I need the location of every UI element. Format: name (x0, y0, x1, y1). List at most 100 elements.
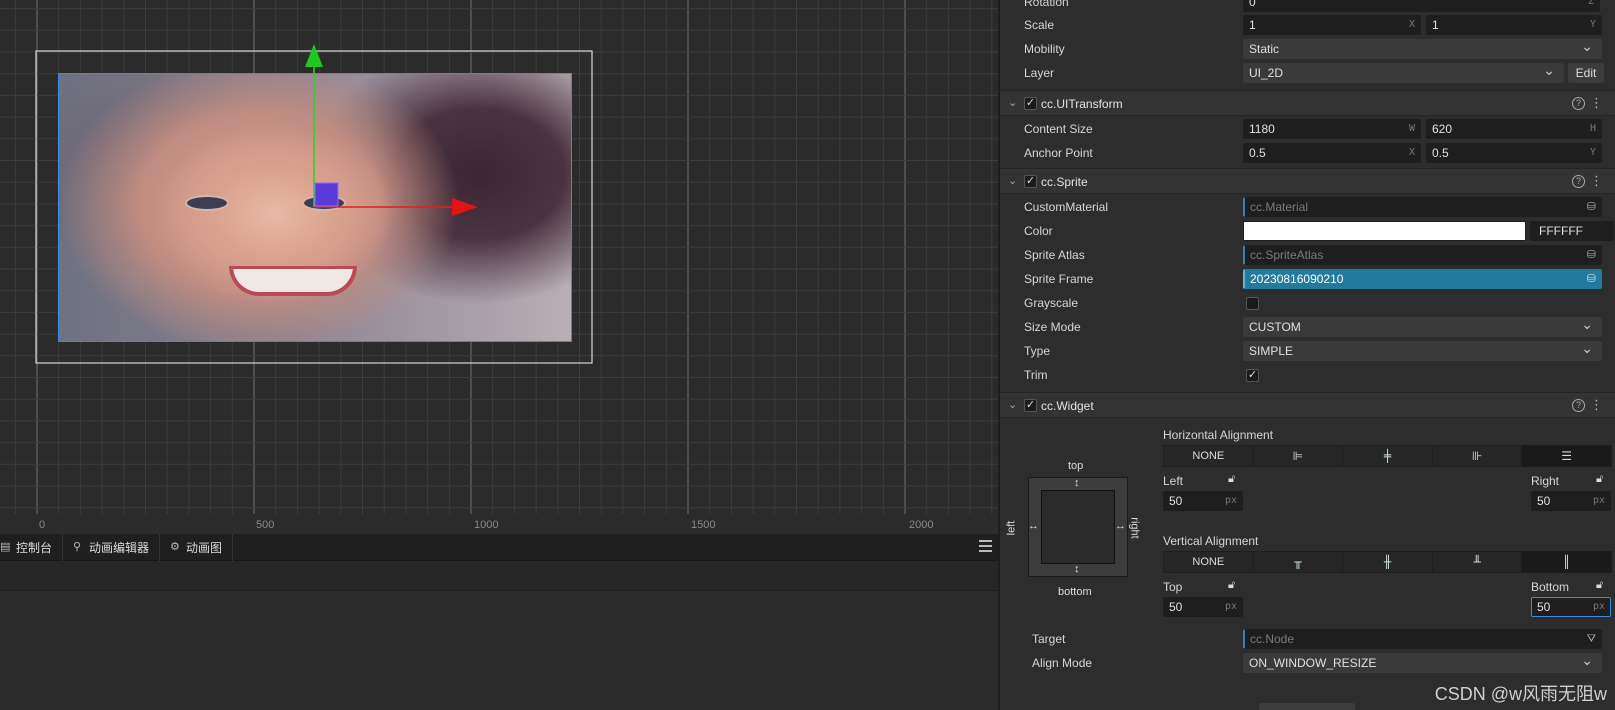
help-icon[interactable]: ? (1572, 175, 1585, 188)
scale-x-input[interactable]: 1 X (1243, 15, 1421, 35)
y-suffix: Y (1589, 19, 1596, 30)
sprite-atlas-value: cc.SpriteAtlas (1250, 248, 1324, 262)
animation-graph-icon: ⚙ (170, 540, 180, 553)
sprite-header[interactable]: ⌄ ✓ cc.Sprite ? ⋮ (1000, 168, 1615, 194)
align-right-icon: ⊪ (1471, 449, 1483, 463)
v-align-top-button[interactable]: ╥ (1253, 552, 1344, 572)
h-align-center-button[interactable]: ╪ (1343, 446, 1433, 466)
align-mode-label: Align Mode (1032, 656, 1093, 670)
v-align-stretch-button[interactable]: ║ (1522, 552, 1611, 572)
collapse-chevron-icon[interactable]: ⌄ (1008, 96, 1017, 109)
h-align-none-button[interactable]: NONE (1164, 446, 1254, 466)
trim-label: Trim (1024, 368, 1048, 382)
asset-picker-icon[interactable]: ⛁ (1587, 198, 1596, 216)
hamburger-menu-icon[interactable] (979, 540, 992, 552)
scale-y-input[interactable]: 1 Y (1426, 15, 1602, 35)
help-icon[interactable]: ? (1572, 399, 1585, 412)
x-suffix: X (1408, 19, 1415, 30)
color-hex-input[interactable]: FFFFFF (1530, 221, 1614, 241)
h-align-stretch-button[interactable]: ☰ (1522, 446, 1611, 466)
bottom-px-suffix: px (1592, 601, 1605, 612)
target-value: cc.Node (1250, 632, 1295, 646)
tab-animation-graph-label: 动画图 (186, 540, 223, 555)
size-mode-select[interactable]: CUSTOM (1243, 315, 1602, 337)
widget-alignment-diagram[interactable]: ↕ ↕ ↔ ↔ (1028, 477, 1128, 577)
v-align-bottom-button[interactable]: ╨ (1432, 552, 1523, 572)
content-height-input[interactable]: 620 H (1426, 119, 1602, 139)
widget-header[interactable]: ⌄ ✓ cc.Widget ? ⋮ (1000, 392, 1615, 418)
asset-picker-icon[interactable]: ⛁ (1587, 270, 1596, 288)
rotation-z-input[interactable]: 0 Z (1243, 0, 1600, 12)
ruler-label-1500: 1500 (691, 519, 716, 531)
type-select[interactable]: SIMPLE (1243, 339, 1602, 361)
bottom-lock-icon[interactable]: 🔓︎ (1596, 579, 1603, 592)
collapse-chevron-icon[interactable]: ⌄ (1008, 174, 1017, 187)
top-input[interactable]: 50 px (1163, 597, 1243, 617)
grayscale-label: Grayscale (1024, 296, 1079, 310)
align-mode-select[interactable]: ON_WINDOW_RESIZE (1243, 651, 1602, 673)
more-options-icon[interactable]: ⋮ (1590, 397, 1603, 413)
uitransform-header[interactable]: ⌄ ✓ cc.UITransform ? ⋮ (1000, 90, 1615, 116)
grayscale-checkbox[interactable] (1246, 297, 1259, 310)
anchor-x-value: 0.5 (1249, 146, 1266, 160)
collapse-chevron-icon[interactable]: ⌄ (1008, 398, 1017, 411)
h-align-left-button[interactable]: ⊫ (1253, 446, 1344, 466)
layer-select[interactable]: UI_2D (1243, 61, 1564, 83)
right-input[interactable]: 50 px (1531, 491, 1611, 511)
console-icon: ▤ (0, 540, 11, 553)
h-align-none-label: NONE (1192, 450, 1225, 462)
color-swatch[interactable] (1243, 221, 1526, 241)
more-options-icon[interactable]: ⋮ (1590, 173, 1603, 189)
sprite-enabled-checkbox[interactable]: ✓ (1024, 175, 1037, 188)
height-suffix: H (1589, 123, 1596, 134)
tab-animation-graph[interactable]: ⚙ 动画图 (160, 533, 234, 561)
layer-edit-button[interactable]: Edit (1568, 63, 1604, 83)
top-px-suffix: px (1224, 601, 1237, 612)
layer-label: Layer (1024, 66, 1055, 80)
tab-console[interactable]: ▤ 控制台 (0, 533, 64, 561)
sprite-atlas-field[interactable]: cc.SpriteAtlas ⛁ (1243, 245, 1602, 265)
align-stretch-icon: ☰ (1561, 449, 1573, 463)
vertical-alignment-bar: NONE ╥ ╫ ╨ ║ (1163, 551, 1612, 573)
horizontal-alignment-label: Horizontal Alignment (1163, 428, 1274, 442)
align-center-icon: ╪ (1383, 449, 1392, 463)
sprite-frame-field[interactable]: 20230816090210 ⛁ (1243, 269, 1602, 289)
anchor-y-input[interactable]: 0.5 Y (1426, 143, 1602, 163)
h-align-right-button[interactable]: ⊪ (1432, 446, 1523, 466)
custom-material-field[interactable]: cc.Material ⛁ (1243, 197, 1602, 217)
left-input[interactable]: 50 px (1163, 491, 1243, 511)
scene-view[interactable]: 0 500 1000 1500 2000 (0, 0, 998, 534)
v-align-none-button[interactable]: NONE (1164, 552, 1254, 572)
custom-material-label: CustomMaterial (1024, 200, 1109, 214)
bottom-panel: ▤ 控制台 ⚲ 动画编辑器 ⚙ 动画图 (0, 533, 998, 710)
top-lock-icon[interactable]: 🔓︎ (1228, 579, 1235, 592)
content-width-input[interactable]: 1180 W (1243, 119, 1421, 139)
more-options-icon[interactable]: ⋮ (1590, 95, 1603, 111)
anchor-x-input[interactable]: 0.5 X (1243, 143, 1421, 163)
left-lock-icon[interactable]: 🔓︎ (1228, 473, 1235, 486)
sprite-image[interactable] (58, 73, 572, 342)
add-component-button[interactable] (1259, 703, 1355, 710)
ruler-strip (0, 514, 998, 534)
right-lock-icon[interactable]: 🔓︎ (1596, 473, 1603, 486)
tab-animation-editor[interactable]: ⚲ 动画编辑器 (63, 533, 161, 561)
right-label: Right (1531, 474, 1560, 488)
anchor-point-label: Anchor Point (1024, 146, 1093, 160)
type-value: SIMPLE (1249, 344, 1294, 358)
right-value: 50 (1537, 494, 1551, 508)
widget-enabled-checkbox[interactable]: ✓ (1024, 399, 1037, 412)
bottom-input[interactable]: 50 px (1531, 597, 1611, 617)
sprite-image-eye (187, 197, 227, 209)
left-label: Left (1163, 474, 1184, 488)
align-mode-value: ON_WINDOW_RESIZE (1249, 656, 1377, 670)
node-picker-icon[interactable]: ⛛ (1587, 630, 1596, 648)
uitransform-enabled-checkbox[interactable]: ✓ (1024, 97, 1037, 110)
target-field[interactable]: cc.Node ⛛ (1243, 629, 1602, 649)
mobility-select[interactable]: Static (1243, 37, 1602, 59)
help-icon[interactable]: ? (1572, 97, 1585, 110)
rotation-axis-suffix: Z (1587, 0, 1594, 7)
v-align-middle-button[interactable]: ╫ (1343, 552, 1433, 572)
content-width-value: 1180 (1249, 122, 1275, 136)
asset-picker-icon[interactable]: ⛁ (1587, 246, 1596, 264)
trim-checkbox[interactable]: ✓ (1246, 369, 1259, 382)
